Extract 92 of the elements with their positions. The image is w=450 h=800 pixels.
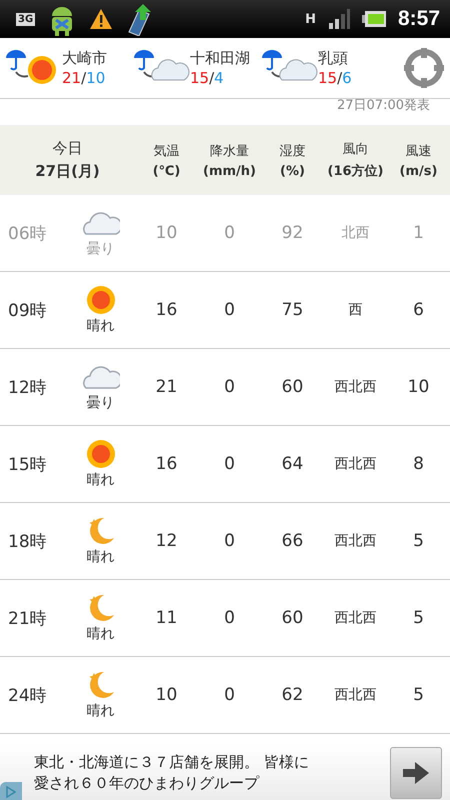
table-cell-text: 06時 bbox=[7, 222, 48, 244]
table-cell-text: 5 bbox=[412, 531, 425, 551]
arrow-right-icon bbox=[403, 762, 429, 784]
location-name: 十和田湖 bbox=[190, 48, 250, 68]
sun-icon bbox=[86, 439, 116, 469]
location-name: 大崎市 bbox=[62, 48, 107, 68]
weather-label: 晴れ bbox=[86, 471, 114, 489]
sun-icon bbox=[86, 285, 116, 315]
table-cell-text: 24時 bbox=[7, 684, 48, 706]
table-cell-text: 西北西 bbox=[334, 686, 378, 704]
table-cell-text: 18時 bbox=[7, 530, 48, 552]
table-cell-text: 60 bbox=[280, 608, 304, 628]
data-type-label: H bbox=[305, 12, 316, 26]
table-cell-text: 8 bbox=[412, 454, 425, 474]
table-cell-text: 60 bbox=[280, 377, 304, 397]
table-cell-text: 09時 bbox=[7, 300, 48, 322]
table-cell-text: 11 bbox=[154, 608, 178, 628]
ad-banner[interactable]: 東北・北海道に３７店舗を展開。 皆様に 愛され６０年のひまわりグループ bbox=[0, 746, 450, 800]
ad-choices-icon[interactable] bbox=[0, 782, 22, 800]
table-cell-text: 0 bbox=[223, 685, 236, 705]
column-unit: (%) bbox=[280, 164, 305, 178]
weather-label: 晴れ bbox=[86, 548, 114, 566]
column-header: 湿度 bbox=[280, 142, 306, 160]
weather-label: 晴れ bbox=[86, 702, 114, 720]
ad-text: 愛され６０年のひまわりグループ bbox=[34, 773, 259, 794]
column-header: 風向 bbox=[342, 141, 368, 158]
table-cell-text: 10 bbox=[154, 685, 178, 705]
table-cell-text: 16 bbox=[154, 454, 178, 474]
high-temperature: 15 bbox=[318, 69, 338, 87]
next-button[interactable] bbox=[390, 747, 442, 799]
ad-text: 東北・北海道に３７店舗を展開。 皆様に bbox=[34, 752, 309, 773]
table-cell-text: 12 bbox=[154, 531, 178, 551]
day-label: 今日 bbox=[52, 139, 82, 158]
table-cell-text: 西北西 bbox=[334, 378, 378, 396]
low-temperature: 6 bbox=[342, 69, 352, 87]
column-unit: (mm/h) bbox=[203, 164, 256, 178]
table-cell-text: 62 bbox=[280, 685, 304, 705]
table-cell-text: 0 bbox=[223, 223, 236, 243]
date-label: 27日(月) bbox=[35, 162, 100, 181]
table-cell-text: 10 bbox=[406, 377, 430, 397]
table-cell-text: 西北西 bbox=[334, 455, 378, 473]
table-cell-text: 21 bbox=[154, 377, 178, 397]
issued-time: 27日07:00発表 bbox=[336, 99, 430, 113]
table-cell-text: 0 bbox=[223, 300, 236, 320]
location-item[interactable]: 大崎市 21/10 bbox=[4, 46, 128, 90]
column-unit: (16方位) bbox=[328, 162, 384, 180]
table-cell-text: 64 bbox=[280, 454, 304, 474]
table-cell-text: 0 bbox=[223, 531, 236, 551]
battery-icon bbox=[362, 11, 386, 27]
separator: / bbox=[209, 69, 214, 87]
weather-label: 晴れ bbox=[86, 625, 114, 643]
table-cell-text: 西北西 bbox=[334, 609, 378, 627]
weather-label: 晴れ bbox=[86, 317, 114, 335]
separator: / bbox=[81, 69, 86, 87]
table-cell-text: 66 bbox=[280, 531, 304, 551]
column-header: 風速 bbox=[406, 142, 432, 160]
table-cell-text: 16 bbox=[154, 300, 178, 320]
table-cell-text: 21時 bbox=[7, 608, 48, 630]
signal-icon bbox=[328, 9, 350, 29]
high-temperature: 15 bbox=[190, 69, 210, 87]
table-cell-text: 1 bbox=[412, 223, 425, 243]
low-temperature: 4 bbox=[214, 69, 224, 87]
table-cell-text: 北西 bbox=[340, 224, 370, 242]
table-cell-text: 5 bbox=[412, 685, 425, 705]
location-item[interactable]: 十和田湖 15/4 bbox=[132, 46, 256, 90]
table-cell-text: 6 bbox=[412, 300, 425, 320]
column-unit: (m/s) bbox=[400, 164, 438, 178]
clock: 8:57 bbox=[398, 7, 440, 31]
location-name: 乳頭 bbox=[318, 48, 349, 68]
location-item[interactable]: 乳頭 15/6 bbox=[260, 46, 384, 90]
table-cell-text: 0 bbox=[223, 377, 236, 397]
column-header: 降水量 bbox=[210, 142, 249, 160]
table-cell-text: 10 bbox=[154, 223, 178, 243]
weather-label: 曇り bbox=[86, 240, 114, 258]
column-header: 気温 bbox=[154, 142, 180, 160]
table-cell-text: 15時 bbox=[7, 454, 48, 476]
weather-label: 曇り bbox=[86, 394, 114, 412]
table-cell-text: 5 bbox=[412, 608, 425, 628]
network-badge: 3G bbox=[16, 12, 36, 26]
high-temperature: 21 bbox=[62, 69, 82, 87]
table-cell-text: 西北西 bbox=[334, 532, 378, 550]
low-temperature: 10 bbox=[86, 69, 106, 87]
table-cell-text: 0 bbox=[223, 608, 236, 628]
table-cell-text: 0 bbox=[223, 454, 236, 474]
separator: / bbox=[337, 69, 342, 87]
table-cell-text: 92 bbox=[280, 223, 304, 243]
table-cell-text: 75 bbox=[280, 300, 304, 320]
locate-icon[interactable] bbox=[402, 46, 446, 90]
warning-icon bbox=[89, 8, 114, 30]
column-unit: (℃) bbox=[152, 164, 180, 178]
table-cell-text: 12時 bbox=[7, 376, 48, 398]
table-cell-text: 西 bbox=[348, 301, 364, 319]
